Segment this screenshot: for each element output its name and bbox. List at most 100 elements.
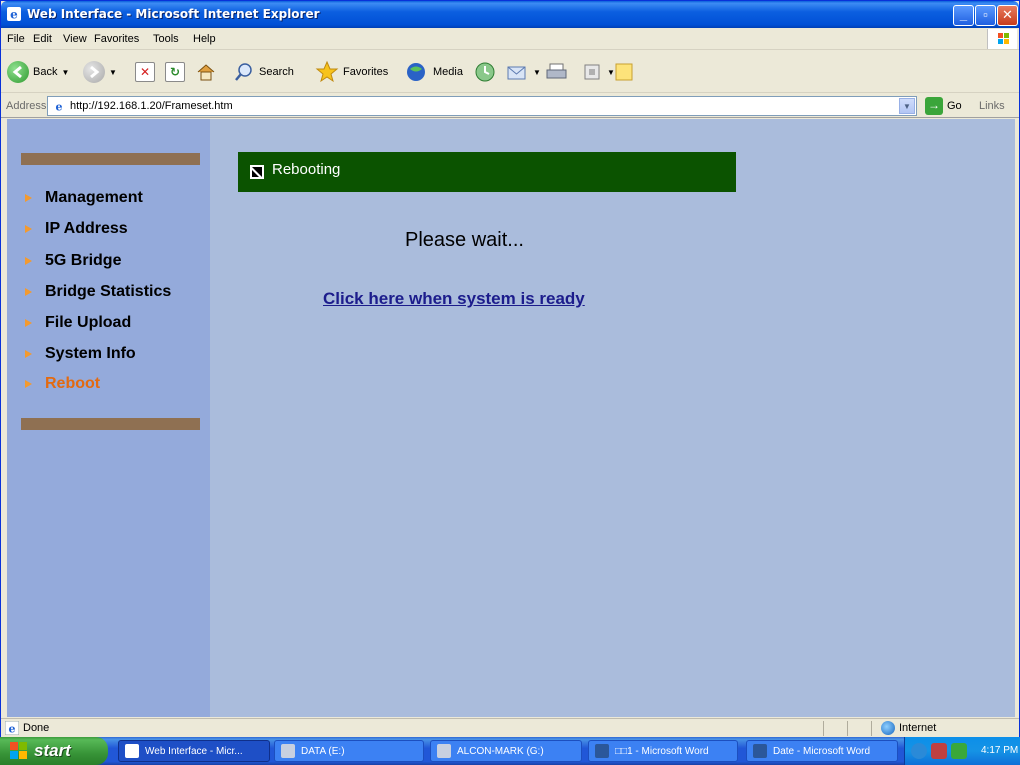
arrow-right-icon — [25, 257, 32, 265]
menu-help[interactable]: Help — [193, 33, 216, 45]
sidebar-item-label: File Upload — [45, 314, 132, 331]
back-dropdown-icon[interactable]: ▼ — [61, 68, 69, 77]
forward-button[interactable]: ▼ — [83, 58, 117, 86]
status-bar: e Done Internet — [1, 718, 1019, 737]
windows-logo-icon — [10, 742, 28, 760]
address-dropdown-icon[interactable]: ▼ — [899, 98, 915, 114]
taskbar-item-word-1[interactable]: □□1 - Microsoft Word — [588, 740, 738, 762]
menu-tools[interactable]: Tools — [153, 33, 179, 45]
favorites-label: Favorites — [343, 66, 389, 78]
stop-icon: ✕ — [135, 62, 155, 82]
menu-edit[interactable]: Edit — [33, 33, 52, 45]
page-done-icon: e — [5, 721, 19, 735]
mail-dropdown-icon[interactable]: ▼ — [533, 68, 541, 77]
links-button[interactable]: Links — [979, 100, 1005, 112]
security-zone: Internet — [899, 722, 937, 734]
sidebar-item-label: IP Address — [45, 220, 128, 237]
minimize-button[interactable]: _ — [953, 5, 974, 26]
print-icon — [546, 63, 567, 79]
search-button[interactable]: Search — [233, 58, 294, 86]
start-label: start — [34, 741, 71, 760]
word-icon — [753, 744, 767, 758]
taskbar-item-label: Date - Microsoft Word — [773, 745, 871, 757]
close-button[interactable]: ✕ — [997, 5, 1018, 26]
section-header: Rebooting — [238, 152, 736, 192]
sidebar-item-label: Management — [45, 189, 143, 206]
menu-file[interactable]: File — [7, 33, 25, 45]
sidebar-item-management[interactable]: Management — [25, 189, 143, 207]
start-button[interactable]: start — [0, 737, 108, 765]
go-button[interactable]: → Go — [925, 97, 962, 115]
page-icon: e — [52, 99, 66, 113]
menu-view[interactable]: View — [63, 33, 87, 45]
network-icon[interactable] — [931, 743, 947, 759]
taskbar-item-label: □□1 - Microsoft Word — [615, 745, 709, 757]
history-button[interactable] — [473, 58, 497, 86]
sidebar-item-bridge-statistics[interactable]: Bridge Statistics — [25, 283, 171, 301]
search-icon — [235, 63, 252, 81]
back-label: Back — [33, 66, 58, 78]
sidebar-item-ip-address[interactable]: IP Address — [25, 220, 128, 238]
menu-bar: File Edit View Favorites Tools Help — [1, 28, 1019, 50]
taskbar: start Web Interface - Micr... DATA (E:) … — [0, 737, 1020, 765]
favorites-star-icon — [315, 60, 339, 83]
print-button[interactable] — [545, 58, 569, 86]
system-ready-link[interactable]: Click here when system is ready — [323, 289, 585, 309]
arrow-right-icon — [25, 319, 32, 327]
svg-text:e: e — [10, 8, 18, 22]
arrow-right-icon — [25, 194, 32, 202]
clock: 4:17 PM — [981, 745, 1019, 756]
favorites-button[interactable]: Favorites — [315, 58, 388, 86]
sidebar-item-label: System Info — [45, 345, 136, 362]
security-shield-icon[interactable] — [951, 743, 967, 759]
status-divider — [823, 721, 824, 736]
taskbar-item-word-date[interactable]: Date - Microsoft Word — [746, 740, 898, 762]
sidebar-item-system-info[interactable]: System Info — [25, 345, 136, 363]
status-text: Done — [23, 722, 50, 734]
sidebar-item-label: Reboot — [45, 375, 101, 392]
status-divider — [847, 721, 848, 736]
note-button[interactable] — [613, 58, 635, 86]
sidebar: Management IP Address 5G Bridge Bridge S… — [7, 119, 210, 717]
taskbar-item-web-interface[interactable]: Web Interface - Micr... — [118, 740, 270, 762]
header-arrow-icon — [250, 165, 264, 179]
home-button[interactable] — [195, 58, 217, 86]
refresh-button[interactable]: ↻ — [165, 58, 185, 86]
media-icon — [407, 63, 425, 81]
maximize-button[interactable]: ▫ — [975, 5, 996, 26]
arrow-right-icon — [25, 225, 32, 233]
sidebar-item-file-upload[interactable]: File Upload — [25, 314, 131, 332]
taskbar-item-alcon-mark[interactable]: ALCON-MARK (G:) — [430, 740, 582, 762]
arrow-right-icon — [25, 288, 32, 296]
page-content: Management IP Address 5G Bridge Bridge S… — [7, 119, 1015, 717]
edit-button[interactable]: ▼ — [581, 58, 615, 86]
media-button[interactable]: Media — [405, 58, 463, 86]
ie-icon — [125, 744, 139, 758]
arrow-right-icon — [25, 380, 32, 388]
sidebar-item-5g-bridge[interactable]: 5G Bridge — [25, 252, 121, 270]
forward-dropdown-icon[interactable]: ▼ — [109, 68, 117, 77]
taskbar-item-label: DATA (E:) — [301, 745, 345, 757]
taskbar-item-data-drive[interactable]: DATA (E:) — [274, 740, 424, 762]
status-divider — [871, 721, 872, 736]
address-input[interactable]: e http://192.168.1.20/Frameset.htm ▼ — [47, 96, 917, 116]
internet-globe-icon — [881, 721, 895, 735]
system-tray: 4:17 PM — [904, 737, 1020, 765]
menu-favorites[interactable]: Favorites — [94, 33, 139, 45]
mail-button[interactable]: ▼ — [505, 58, 541, 86]
media-label: Media — [433, 66, 463, 78]
toolbar: Back ▼ ▼ ✕ ↻ Search Favorites Media ▼ ▼ — [1, 51, 1019, 93]
sidebar-item-reboot[interactable]: Reboot — [25, 375, 100, 393]
stop-button[interactable]: ✕ — [135, 58, 155, 86]
drive-icon — [281, 744, 295, 758]
section-title: Rebooting — [272, 161, 341, 178]
sidebar-bottom-divider — [21, 418, 200, 430]
mail-icon — [507, 66, 526, 80]
browser-window: e Web Interface - Microsoft Internet Exp… — [0, 0, 1020, 737]
title-bar[interactable]: e Web Interface - Microsoft Internet Exp… — [1, 1, 1019, 28]
tray-expand-icon[interactable] — [911, 743, 927, 759]
sidebar-top-divider — [21, 153, 200, 165]
back-button[interactable]: Back ▼ — [7, 58, 69, 86]
svg-text:e: e — [9, 723, 16, 736]
sticky-note-icon — [615, 63, 633, 81]
